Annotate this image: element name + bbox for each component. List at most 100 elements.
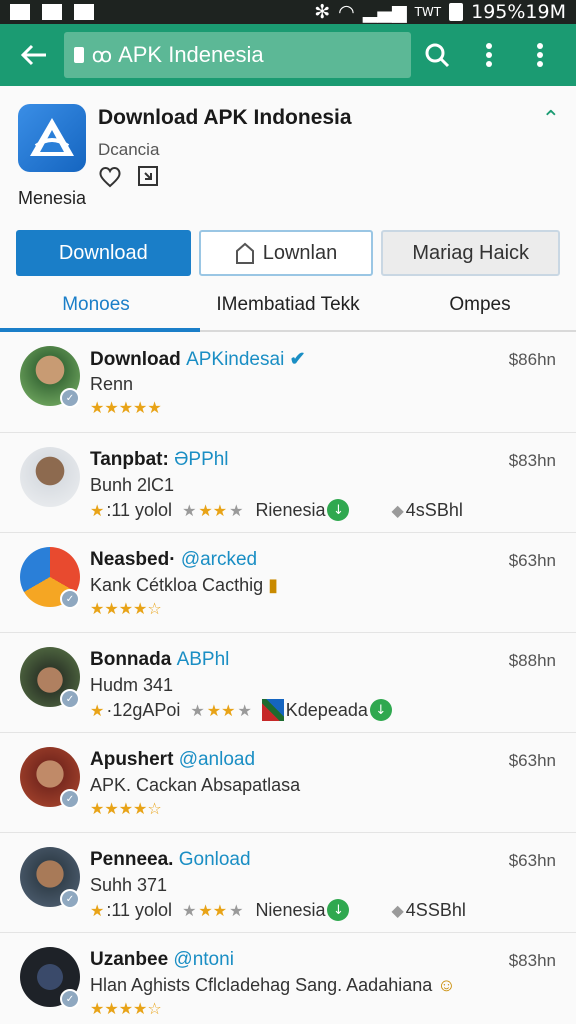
download-icon: ↓ (369, 699, 392, 721)
bookmark-icon: ◆ (391, 900, 404, 920)
mariag-button[interactable]: Mariag Haick (381, 230, 560, 276)
verified-icon: ✔ (289, 349, 306, 370)
list-item[interactable]: ✓ Penneea. Gonload Suhh 371 $63hn ★ :11 … (0, 832, 576, 932)
item-price: $63hn (508, 551, 556, 570)
list-item[interactable]: ✓ Neasbed· @arcked Kank Cétkloa Cacthig … (0, 532, 576, 632)
tab-monoes[interactable]: Monoes (0, 280, 192, 330)
app-title: Download APK Indonesia (98, 106, 352, 129)
item-price: $86hn (508, 350, 556, 369)
back-button[interactable] (14, 35, 54, 75)
verified-badge-icon: ✓ (60, 388, 80, 408)
item-subtitle: Hudm 341 (90, 675, 174, 695)
search-icon (425, 43, 450, 68)
rating-text: :11 yolol (106, 899, 173, 920)
item-price: $83hn (508, 951, 556, 970)
item-handle: @arcked (180, 549, 258, 570)
menu-button[interactable] (514, 32, 566, 78)
rating-stars: ★★★★★ (90, 398, 162, 417)
star-icon: ★ (90, 700, 105, 720)
star-icon: ★ (182, 900, 197, 920)
lownlan-button[interactable]: Lownlan (198, 230, 374, 276)
verified-badge-icon: ✓ (60, 689, 80, 709)
rating-stars: ★★★★☆ (90, 999, 162, 1018)
item-price: $63hn (508, 851, 556, 870)
warning-icon: ▮ (268, 575, 279, 595)
rating-stars: ★★★★☆ (90, 599, 162, 618)
bluetooth-icon: ✻ (314, 1, 331, 23)
item-subtitle: Bunh 2lC1 (90, 475, 175, 495)
rating-text: ·12gAPoi (106, 699, 181, 720)
tab-ompes[interactable]: Ompes (384, 280, 576, 330)
heart-icon[interactable] (98, 166, 122, 188)
collapse-icon[interactable]: ⌃ (542, 106, 560, 132)
status-bar: ✻ ◠ ▂▄▆ TWT 195%19M (0, 0, 576, 24)
notification-icon (42, 4, 62, 20)
search-button[interactable] (411, 32, 463, 78)
verified-badge-icon: ✓ (60, 789, 80, 809)
item-handle: ƏPPhl (174, 449, 229, 470)
item-count: 4SSBhl (405, 899, 466, 920)
arrow-left-icon (20, 44, 46, 66)
item-price: $88hn (508, 651, 556, 670)
verified-badge-icon: ✓ (60, 589, 80, 609)
tab-membatiad[interactable]: IMembatiad Tekk (192, 280, 384, 330)
list-item[interactable]: ✓ Apushert @anload APK. Cackan Absapatla… (0, 732, 576, 832)
verified-badge-icon: ✓ (60, 889, 80, 909)
notification-icon (74, 4, 94, 20)
item-name: Bonnada (90, 649, 177, 670)
list-item[interactable]: ✓ Uzanbee @ntoni Hlan Aghists Cflcladeha… (0, 932, 576, 1024)
list-item[interactable]: Tanpbat: ƏPPhl Bunh 2lC1 $83hn ★ :11 yol… (0, 432, 576, 532)
more-options-button[interactable] (463, 32, 515, 78)
item-subtitle: Kank Cétkloa Cacthig ▮ (90, 575, 279, 595)
battery-icon (449, 3, 464, 21)
item-tag: Rienesia (255, 499, 326, 520)
avatar (20, 447, 80, 507)
site-icon: ꝏ (91, 43, 113, 67)
item-price: $83hn (508, 451, 556, 470)
item-name: Tanpbat: (90, 449, 175, 470)
star-icon: ★ (90, 900, 105, 920)
more-vert-icon (485, 43, 492, 67)
item-tag: Nienesia (255, 899, 326, 920)
list-item[interactable]: ✓ Download APKindesai ✔ Renn $86hn ★★★★★ (0, 332, 576, 432)
download-icon: ↓ (327, 899, 350, 921)
flag-icon (261, 699, 284, 721)
app-header: Download APK Indonesia Dcancia Menesia ⌃ (0, 86, 576, 226)
rating-row: ★ :11 yolol ★ ★★ ★ Nienesia ↓ ◆ 4SSBhl (90, 899, 466, 921)
item-name: Uzanbee (90, 949, 174, 970)
lownlan-label: Lownlan (262, 241, 338, 264)
network-label: TWT (414, 5, 442, 19)
app-developer: Dcancia (98, 140, 160, 159)
item-subtitle: Suhh 371 (90, 875, 168, 895)
url-field[interactable]: ꝏ APK Indenesia (63, 32, 412, 78)
wifi-icon: ◠ (338, 1, 355, 23)
rating-row: ★ ·12gAPoi ★ ★★ ★ Kdepeada ↓ (90, 699, 392, 721)
item-handle: @anload (178, 749, 256, 770)
item-handle: @ntoni (173, 949, 234, 970)
item-name: Download (90, 349, 187, 370)
home-icon (235, 242, 254, 264)
star-icon: ★ (190, 700, 205, 720)
app-logo (18, 104, 86, 172)
share-icon[interactable] (138, 166, 158, 186)
item-name: Apushert (90, 749, 179, 770)
item-handle: Gonload (178, 849, 251, 870)
list-item[interactable]: ✓ Bonnada ABPhl Hudm 341 $88hn ★ ·12gAPo… (0, 632, 576, 732)
tab-bar: Monoes IMembatiad Tekk Ompes (0, 280, 576, 332)
download-button[interactable]: Download (16, 230, 191, 276)
item-subtitle: Hlan Aghists Cflcladehag Sang. Aadahiana… (90, 975, 456, 995)
more-vert-icon (537, 43, 544, 67)
url-text: APK Indenesia (118, 42, 264, 67)
item-count: 4sSBhl (405, 499, 463, 520)
app-note: Menesia (18, 188, 87, 208)
item-tag: Kdepeada (285, 699, 368, 720)
app-list: ✓ Download APKindesai ✔ Renn $86hn ★★★★★… (0, 332, 576, 1024)
item-subtitle: APK. Cackan Absapatlasa (90, 775, 301, 795)
rating-stars: ★★★★☆ (90, 799, 162, 818)
item-name: Penneea. (90, 849, 179, 870)
status-text: 195%19M (471, 1, 566, 23)
apk-logo-icon (30, 118, 74, 156)
item-subtitle: Renn (90, 374, 134, 394)
bookmark-icon: ◆ (391, 500, 404, 520)
rating-text: :11 yolol (106, 499, 173, 520)
